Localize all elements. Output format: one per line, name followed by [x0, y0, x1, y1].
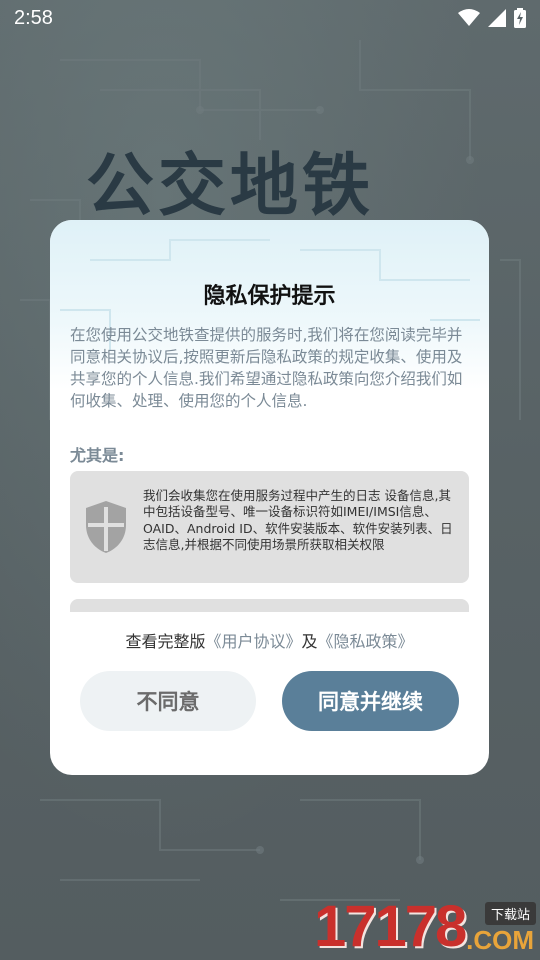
status-time: 2:58	[14, 6, 53, 29]
battery-charging-icon	[514, 8, 526, 28]
status-icons	[458, 8, 526, 28]
links-and: 及	[301, 632, 318, 651]
watermark-logo: 17178 .COM 下载站	[314, 894, 538, 960]
user-agreement-link[interactable]: 《用户协议》	[205, 632, 301, 651]
watermark-domain: .COM	[466, 925, 534, 955]
info-card-text: 我们会收集您在使用服务过程中产生的日志 设备信息,其中包括设备型号、唯一设备标识…	[143, 488, 453, 552]
signal-icon	[488, 9, 506, 27]
watermark-tag: 下载站	[484, 902, 536, 925]
disagree-button[interactable]: 不同意	[80, 671, 256, 731]
shield-icon	[86, 501, 126, 553]
dialog-title: 隐私保护提示	[203, 284, 336, 309]
agree-continue-button[interactable]: 同意并继续	[282, 671, 459, 731]
dialog-body-text: 在您使用公交地铁查提供的服务时,我们将在您阅读完毕并同意相关协议后,按照更新后隐…	[70, 326, 463, 410]
privacy-policy-link[interactable]: 《隐私政策》	[318, 632, 414, 651]
info-card: 我们会收集您在使用服务过程中产生的日志 设备信息,其中包括设备型号、唯一设备标识…	[70, 471, 469, 583]
especially-label: 尤其是:	[70, 446, 125, 465]
privacy-dialog: 隐私保护提示 在您使用公交地铁查提供的服务时,我们将在您阅读完毕并同意相关协议后…	[50, 220, 489, 775]
links-prefix: 查看完整版	[125, 632, 206, 651]
status-bar: 2:58	[0, 0, 540, 36]
watermark-number: 17178	[314, 894, 467, 959]
app-title-background: 公交地铁	[86, 147, 375, 226]
agreement-links: 查看完整版《用户协议》及《隐私政策》	[50, 628, 489, 652]
wifi-icon	[458, 9, 480, 26]
